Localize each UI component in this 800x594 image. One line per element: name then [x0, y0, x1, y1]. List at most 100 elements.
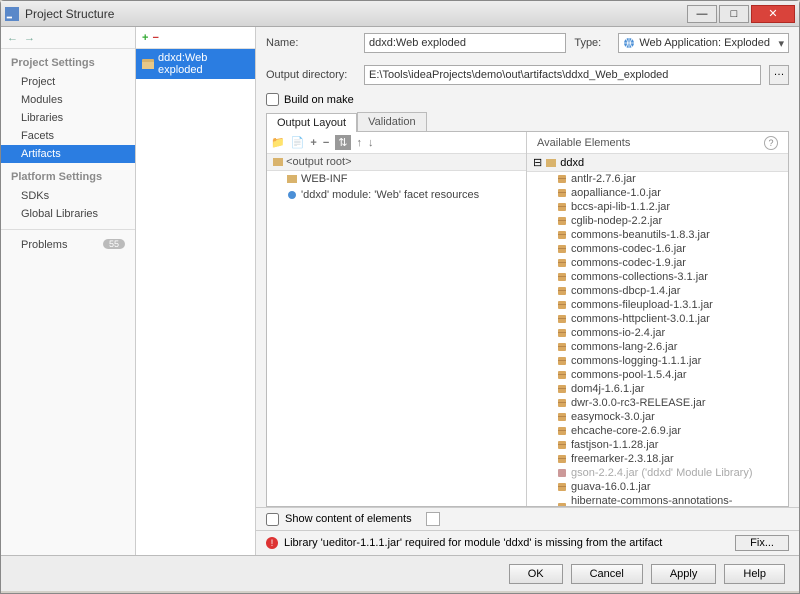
jar-icon: [557, 454, 567, 464]
jar-item[interactable]: commons-dbcp-1.4.jar: [527, 284, 788, 298]
jar-icon: [557, 286, 567, 296]
jar-icon: [557, 482, 567, 492]
folder-icon: [273, 157, 283, 167]
folder-icon: [546, 158, 556, 168]
jar-item[interactable]: commons-codec-1.6.jar: [527, 242, 788, 256]
name-input[interactable]: [364, 33, 566, 53]
jar-item[interactable]: easymock-3.0.jar: [527, 410, 788, 424]
nav-problems[interactable]: Problems55: [1, 236, 135, 254]
sort-icon[interactable]: ⇅: [335, 135, 350, 150]
jar-item[interactable]: commons-codec-1.9.jar: [527, 256, 788, 270]
jar-icon: [557, 356, 567, 366]
output-dir-label: Output directory:: [266, 69, 356, 81]
jar-item[interactable]: antlr-2.7.6.jar: [527, 172, 788, 186]
ok-button[interactable]: OK: [509, 564, 563, 584]
jar-item[interactable]: cglib-nodep-2.2.jar: [527, 214, 788, 228]
remove-artifact-icon[interactable]: −: [152, 32, 158, 44]
artifact-list-item[interactable]: ddxd:Web exploded: [136, 49, 255, 79]
jar-icon: [557, 342, 567, 352]
up-icon[interactable]: ↑: [357, 137, 363, 149]
nav-sdks[interactable]: SDKs: [1, 187, 135, 205]
jar-item[interactable]: hibernate-commons-annotations-3.2.0.Fina…: [527, 494, 788, 506]
cancel-button[interactable]: Cancel: [571, 564, 643, 584]
new-folder-icon[interactable]: 📁: [271, 136, 285, 149]
close-button[interactable]: ✕: [751, 5, 795, 23]
jar-item[interactable]: commons-lang-2.6.jar: [527, 340, 788, 354]
nav-project[interactable]: Project: [1, 73, 135, 91]
tree-facet-resources[interactable]: 'ddxd' module: 'Web' facet resources: [267, 187, 526, 203]
forward-icon[interactable]: →: [24, 32, 35, 44]
jar-icon: [557, 174, 567, 184]
jar-item[interactable]: commons-httpclient-3.0.1.jar: [527, 312, 788, 326]
jar-item[interactable]: bccs-api-lib-1.1.2.jar: [527, 200, 788, 214]
jar-icon: [557, 230, 567, 240]
jar-icon: [557, 216, 567, 226]
apply-button[interactable]: Apply: [651, 564, 717, 584]
jar-item[interactable]: commons-io-2.4.jar: [527, 326, 788, 340]
build-on-make-checkbox[interactable]: [266, 93, 279, 106]
tab-output-layout[interactable]: Output Layout: [266, 113, 357, 132]
add-artifact-icon[interactable]: +: [142, 32, 148, 44]
web-icon: [623, 37, 635, 49]
jar-icon: [557, 328, 567, 338]
window-title: Project Structure: [25, 7, 685, 21]
help-button[interactable]: Help: [724, 564, 785, 584]
nav-modules[interactable]: Modules: [1, 91, 135, 109]
name-label: Name:: [266, 37, 356, 49]
project-root[interactable]: ⊟ ddxd: [527, 154, 788, 172]
nav-facets[interactable]: Facets: [1, 127, 135, 145]
browse-button[interactable]: …: [769, 65, 789, 85]
show-content-checkbox[interactable]: [266, 513, 279, 526]
jar-icon: [557, 300, 567, 310]
jar-icon: [557, 502, 567, 506]
jar-item[interactable]: freemarker-2.3.18.jar: [527, 452, 788, 466]
artifact-icon: [142, 59, 154, 69]
error-message: Library 'ueditor-1.1.1.jar' required for…: [284, 537, 662, 549]
jar-item[interactable]: commons-beanutils-1.8.3.jar: [527, 228, 788, 242]
jar-icon: [557, 370, 567, 380]
jar-item[interactable]: ehcache-core-2.6.9.jar: [527, 424, 788, 438]
jar-icon: [557, 440, 567, 450]
jar-icon: [557, 384, 567, 394]
jar-item[interactable]: dom4j-1.6.1.jar: [527, 382, 788, 396]
jar-item[interactable]: guava-16.0.1.jar: [527, 480, 788, 494]
jar-icon: [557, 468, 567, 478]
add-element-icon[interactable]: +: [310, 137, 316, 149]
jar-item[interactable]: commons-logging-1.1.1.jar: [527, 354, 788, 368]
jar-icon: [557, 202, 567, 212]
nav-libraries[interactable]: Libraries: [1, 109, 135, 127]
jetbrains-icon: [5, 7, 19, 21]
tab-validation[interactable]: Validation: [357, 112, 427, 131]
jar-item[interactable]: commons-collections-3.1.jar: [527, 270, 788, 284]
down-icon[interactable]: ↓: [368, 137, 374, 149]
error-icon: !: [266, 537, 278, 549]
fix-button[interactable]: Fix...: [735, 535, 789, 551]
tree-webinf[interactable]: WEB-INF: [267, 171, 526, 187]
new-file-icon[interactable]: 📄: [291, 136, 305, 149]
jar-item[interactable]: dwr-3.0.0-rc3-RELEASE.jar: [527, 396, 788, 410]
nav-global-libraries[interactable]: Global Libraries: [1, 205, 135, 223]
available-elements-label: Available Elements: [537, 137, 630, 149]
jar-icon: [557, 398, 567, 408]
back-icon[interactable]: ←: [7, 32, 18, 44]
nav-artifacts[interactable]: Artifacts: [1, 145, 135, 163]
minimize-button[interactable]: —: [687, 5, 717, 23]
build-on-make-label: Build on make: [284, 94, 354, 106]
type-select[interactable]: Web Application: Exploded: [618, 33, 789, 53]
help-icon[interactable]: ?: [764, 136, 778, 150]
section-project-settings: Project Settings: [1, 49, 135, 73]
jar-item[interactable]: fastjson-1.1.28.jar: [527, 438, 788, 452]
jar-icon: [557, 426, 567, 436]
details-toggle[interactable]: [426, 512, 440, 526]
output-dir-input[interactable]: [364, 65, 761, 85]
jar-item[interactable]: commons-pool-1.5.4.jar: [527, 368, 788, 382]
remove-element-icon[interactable]: −: [323, 137, 329, 149]
jar-item[interactable]: aopalliance-1.0.jar: [527, 186, 788, 200]
folder-icon: [287, 174, 297, 184]
maximize-button[interactable]: □: [719, 5, 749, 23]
jar-item[interactable]: gson-2.2.4.jar ('ddxd' Module Library): [527, 466, 788, 480]
show-content-label: Show content of elements: [285, 513, 412, 525]
jar-item[interactable]: commons-fileupload-1.3.1.jar: [527, 298, 788, 312]
jar-icon: [557, 412, 567, 422]
output-root[interactable]: <output root>: [267, 154, 526, 171]
